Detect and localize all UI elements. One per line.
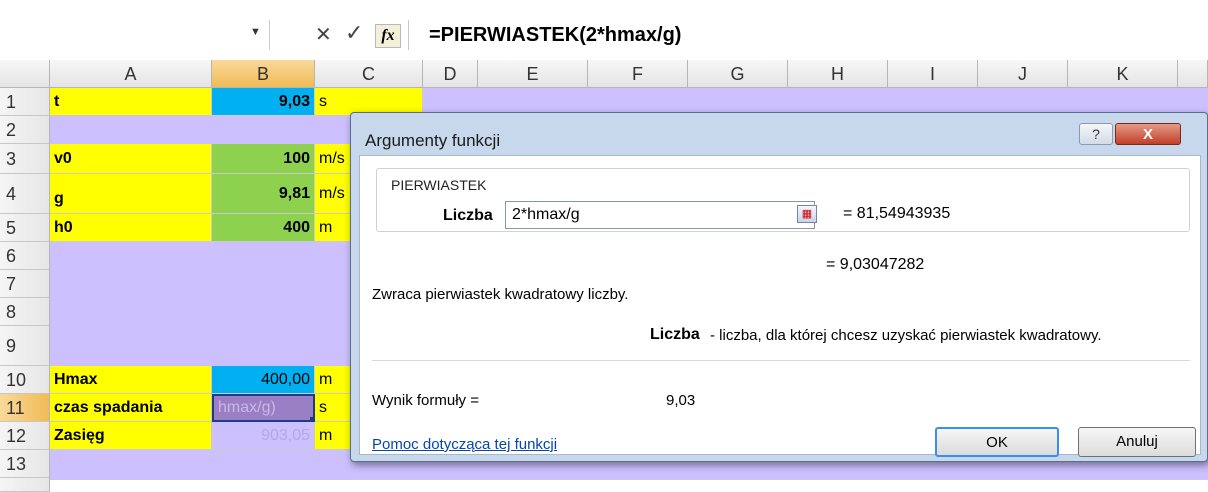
cell-c4[interactable]: m/s bbox=[315, 174, 355, 214]
function-result: = 9,03047282 bbox=[826, 256, 925, 273]
row-header-9[interactable]: 9 bbox=[0, 326, 50, 366]
argument-description-name: Liczba bbox=[650, 326, 700, 343]
cell-a4[interactable]: g bbox=[50, 174, 212, 214]
cancel-entry-icon[interactable]: ✕ bbox=[315, 22, 332, 47]
cell-a11[interactable]: czas spadania bbox=[50, 394, 212, 422]
row-header-4[interactable]: 4 bbox=[0, 174, 50, 214]
row-header-3[interactable]: 3 bbox=[0, 144, 50, 174]
row-header-11[interactable]: 11 bbox=[0, 394, 50, 422]
divider bbox=[372, 360, 1190, 361]
row-header-8[interactable]: 8 bbox=[0, 298, 50, 326]
column-header-d[interactable]: D bbox=[423, 60, 478, 88]
insert-function-icon[interactable]: fx bbox=[375, 24, 401, 48]
cell-b5[interactable]: 400 bbox=[212, 214, 315, 242]
row-header-14[interactable] bbox=[0, 478, 50, 492]
cell-b10[interactable]: 400,00 bbox=[212, 366, 315, 394]
cell-b11-active[interactable]: hmax/g) bbox=[212, 394, 315, 422]
argument-result: = 81,54943935 bbox=[843, 205, 951, 222]
cell-c11[interactable]: s bbox=[315, 394, 355, 422]
column-header-i[interactable]: I bbox=[888, 60, 978, 88]
formula-input[interactable]: =PIERWIASTEK(2*hmax/g) bbox=[408, 20, 1208, 50]
column-header-f[interactable]: F bbox=[588, 60, 688, 88]
row-header-1[interactable]: 1 bbox=[0, 88, 50, 116]
row-header-5[interactable]: 5 bbox=[0, 214, 50, 242]
formula-result-value: 9,03 bbox=[666, 392, 696, 409]
cell-b3[interactable]: 100 bbox=[212, 144, 315, 174]
close-icon[interactable]: X bbox=[1115, 123, 1181, 145]
select-all-corner[interactable] bbox=[0, 60, 50, 88]
function-help-link[interactable]: Pomoc dotycząca tej funkcji bbox=[372, 436, 557, 453]
cell-a12[interactable]: Zasięg bbox=[50, 422, 212, 450]
dialog-title: Argumenty funkcji bbox=[365, 131, 501, 150]
column-header-b[interactable]: B bbox=[212, 60, 315, 88]
cell-c12[interactable]: m bbox=[315, 422, 355, 450]
cell-a3[interactable]: v0 bbox=[50, 144, 212, 174]
column-header-h[interactable]: H bbox=[788, 60, 888, 88]
cell-b4[interactable]: 9,81 bbox=[212, 174, 315, 214]
column-header-a[interactable]: A bbox=[50, 60, 212, 88]
confirm-entry-icon[interactable]: ✓ bbox=[345, 20, 363, 46]
row-header-7[interactable]: 7 bbox=[0, 270, 50, 298]
cell-b12[interactable]: 903,05 bbox=[212, 422, 315, 450]
function-name: PIERWIASTEK bbox=[391, 177, 487, 193]
cell-b1[interactable]: 9,03 bbox=[212, 88, 315, 116]
argument-label: Liczba bbox=[443, 207, 493, 224]
column-header-k[interactable]: K bbox=[1068, 60, 1178, 88]
row-header-6[interactable]: 6 bbox=[0, 242, 50, 270]
cell-a5[interactable]: h0 bbox=[50, 214, 212, 242]
row-header-10[interactable]: 10 bbox=[0, 366, 50, 394]
range-selector-icon[interactable]: ▦ bbox=[797, 205, 817, 223]
function-arguments-dialog: Argumenty funkcji ? X PIERWIASTEK Liczba… bbox=[350, 112, 1208, 462]
dialog-body: PIERWIASTEK Liczba 2*hmax/g ▦ = 81,54943… bbox=[359, 155, 1201, 457]
help-icon[interactable]: ? bbox=[1079, 123, 1113, 145]
column-header-e[interactable]: E bbox=[478, 60, 588, 88]
cell-a1[interactable]: t bbox=[50, 88, 212, 116]
row-header-12[interactable]: 12 bbox=[0, 422, 50, 450]
function-group-box: PIERWIASTEK Liczba 2*hmax/g ▦ = 81,54943… bbox=[376, 168, 1190, 232]
column-header-l[interactable] bbox=[1178, 60, 1208, 88]
cell-a10[interactable]: Hmax bbox=[50, 366, 212, 394]
argument-input[interactable]: 2*hmax/g bbox=[505, 201, 815, 229]
row-header-2[interactable]: 2 bbox=[0, 116, 50, 144]
cancel-button[interactable]: Anuluj bbox=[1078, 427, 1196, 457]
cell-c5[interactable]: m bbox=[315, 214, 355, 242]
name-box-dropdown-icon[interactable]: ▼ bbox=[250, 26, 261, 38]
column-header-j[interactable]: J bbox=[978, 60, 1068, 88]
formula-result-label: Wynik formuły = bbox=[372, 392, 479, 409]
ok-button[interactable]: OK bbox=[935, 427, 1059, 457]
column-header-g[interactable]: G bbox=[688, 60, 788, 88]
cell-c3[interactable]: m/s bbox=[315, 144, 355, 174]
name-box[interactable] bbox=[0, 20, 270, 50]
argument-description: - liczba, dla której chcesz uzyskać pier… bbox=[710, 327, 1102, 344]
column-header-c[interactable]: C bbox=[315, 60, 423, 88]
function-description: Zwraca pierwiastek kwadratowy liczby. bbox=[372, 286, 629, 303]
row-header-13[interactable]: 13 bbox=[0, 450, 50, 478]
cell-c10[interactable]: m bbox=[315, 366, 355, 394]
